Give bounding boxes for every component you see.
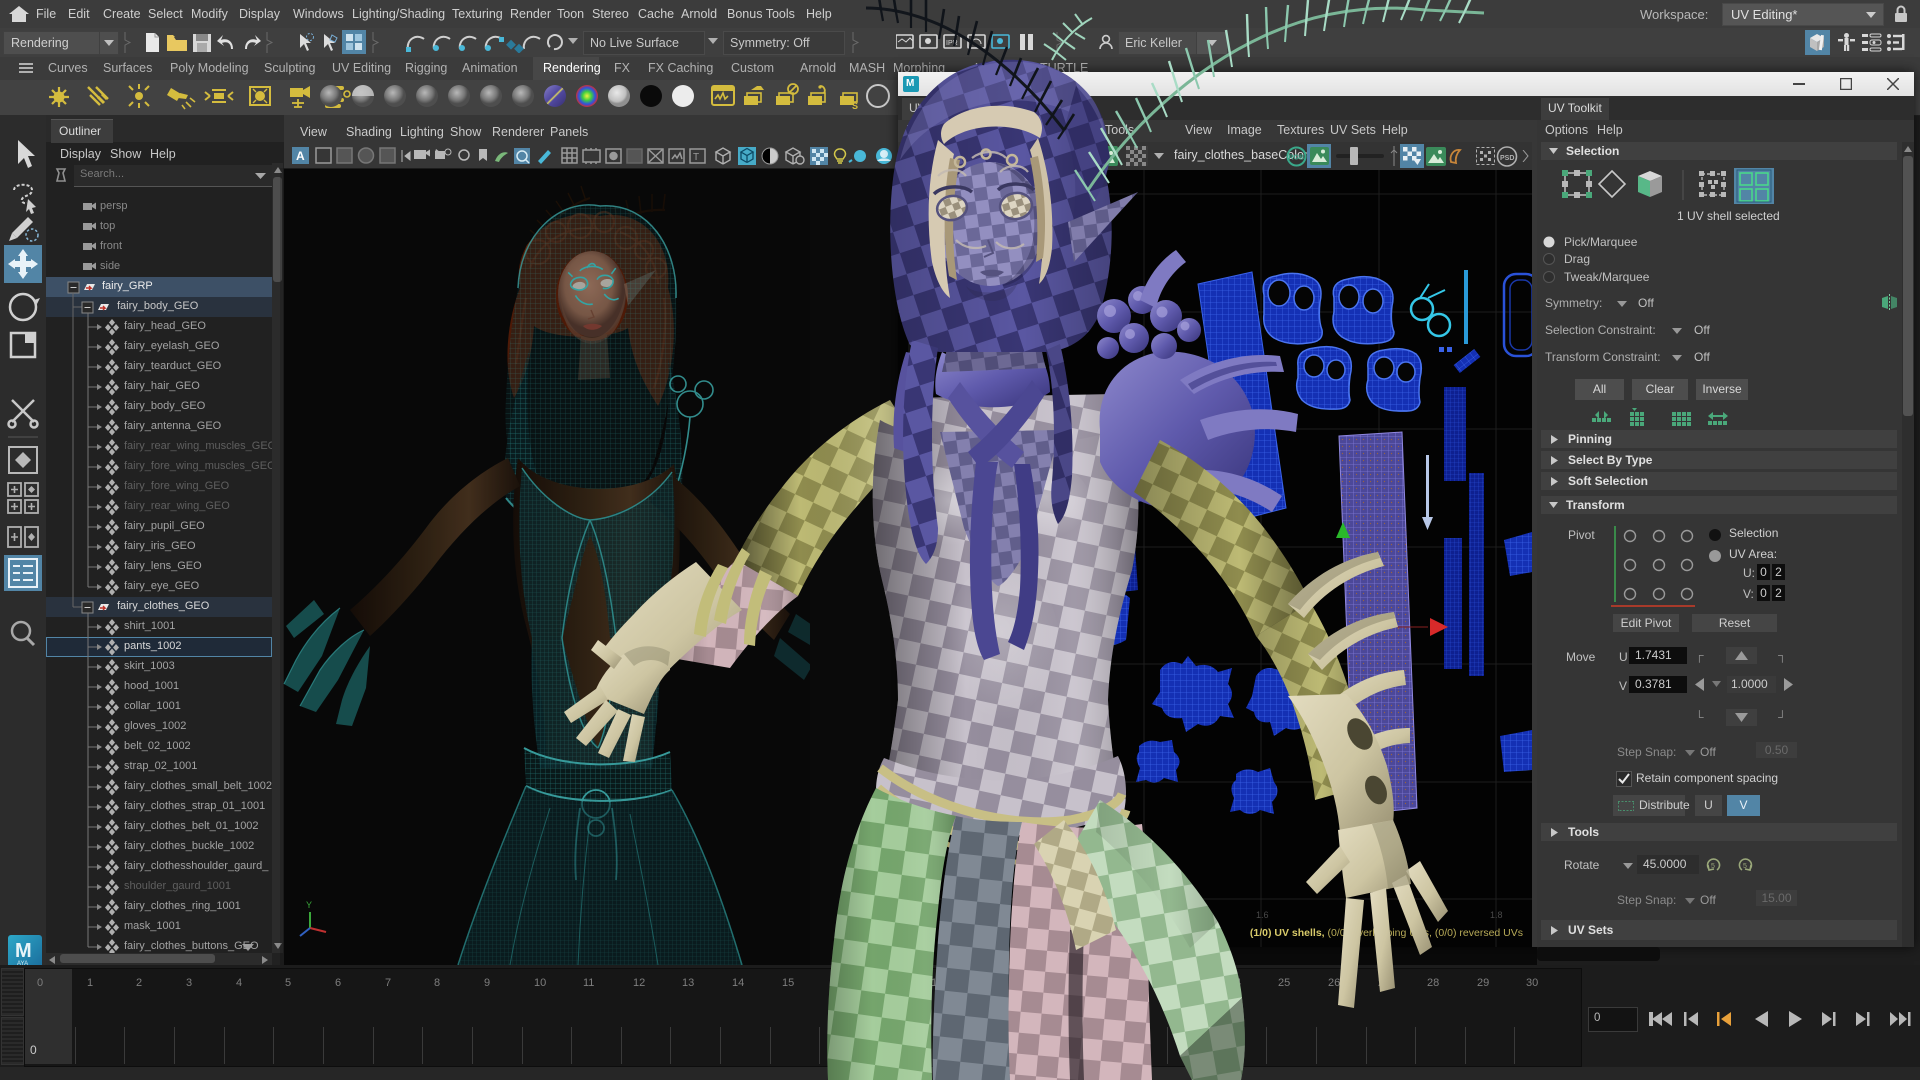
svg-text:Y: Y (306, 900, 312, 910)
svg-text:A: A (296, 149, 305, 163)
svg-text:5: 5 (1743, 863, 1747, 870)
svg-text:5: 5 (1711, 863, 1715, 870)
